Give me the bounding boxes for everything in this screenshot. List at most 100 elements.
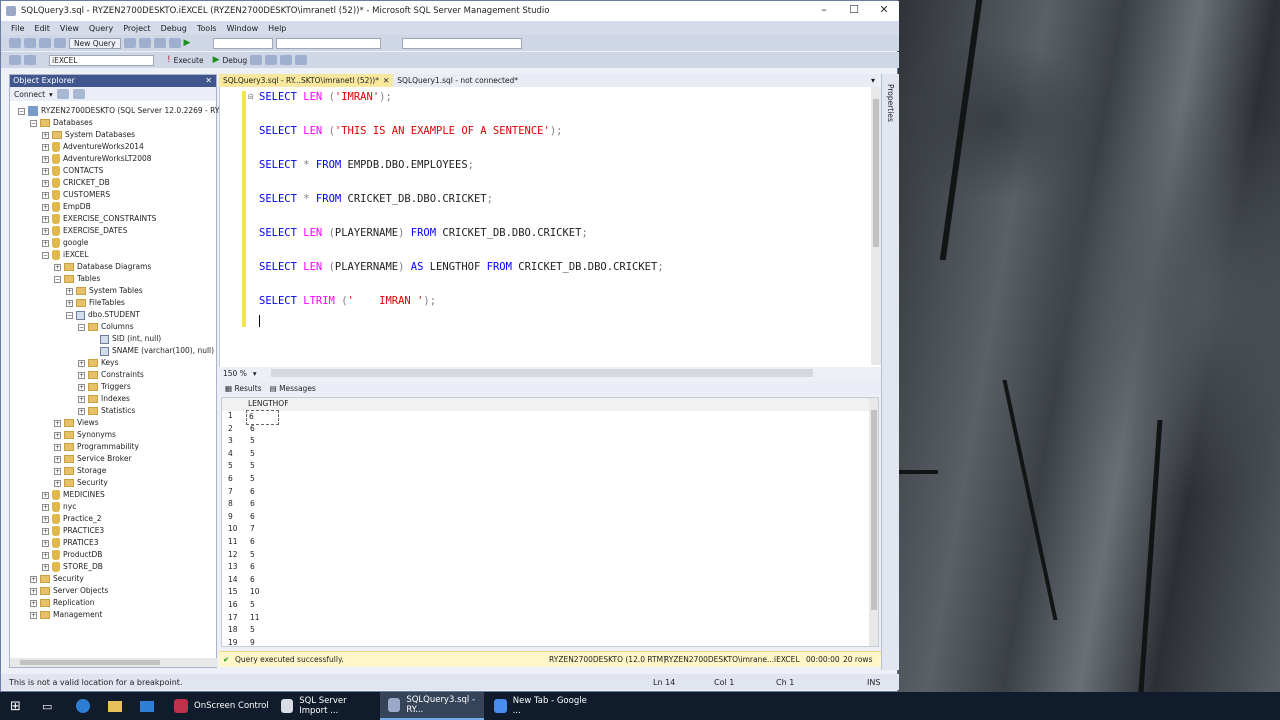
expand-icon[interactable]: + — [42, 215, 49, 223]
tree-node[interactable]: + Storage — [54, 465, 106, 477]
execute-button[interactable]: Execute — [174, 56, 204, 65]
new-project-icon[interactable] — [9, 38, 21, 48]
collapse-icon[interactable]: − — [42, 251, 49, 259]
expand-icon[interactable]: + — [66, 299, 73, 307]
close-icon[interactable]: ✕ — [383, 74, 389, 87]
start-icon[interactable]: ▶ — [184, 38, 191, 48]
cell-lengthof[interactable]: 5 — [250, 624, 255, 637]
expand-icon[interactable]: + — [42, 131, 49, 139]
taskbar-item[interactable]: OnScreen Control — [166, 692, 270, 720]
table-row[interactable]: 12 5 — [222, 549, 878, 562]
expand-icon[interactable]: + — [54, 419, 61, 427]
expand-icon[interactable]: + — [42, 515, 49, 523]
expand-icon[interactable]: + — [42, 551, 49, 559]
editor-vscroll[interactable] — [871, 87, 881, 365]
editor-hscroll[interactable] — [271, 369, 813, 377]
menu-item-project[interactable]: Project — [123, 24, 150, 33]
table-row[interactable]: 86 — [222, 498, 878, 511]
collapse-icon[interactable]: − — [18, 107, 25, 115]
expand-icon[interactable]: + — [54, 455, 61, 463]
expand-icon[interactable]: + — [42, 203, 49, 211]
table-row[interactable]: 45 — [222, 448, 878, 461]
find-select[interactable] — [402, 37, 523, 49]
results-grid[interactable]: LENGTHOF 1 6 2 6 3 5 4 5 5 5 6 5 7 6 8 6 9 6 10 7 11 6 12 5 13 6 1… — [221, 397, 879, 647]
minimize-button[interactable]: – — [809, 3, 839, 19]
windows-start-icon[interactable]: ⊞ — [10, 699, 21, 714]
maximize-button[interactable]: ☐ — [839, 3, 869, 19]
expand-icon[interactable]: + — [78, 407, 85, 415]
tree-node[interactable]: + Replication — [30, 597, 95, 609]
undo-icon[interactable] — [153, 38, 166, 48]
redo-icon[interactable] — [168, 38, 181, 48]
expand-icon[interactable]: + — [54, 263, 61, 271]
expand-icon[interactable]: + — [42, 179, 49, 187]
database-select[interactable]: iEXCEL — [49, 54, 154, 66]
table-row[interactable]: 18 5 — [222, 624, 878, 637]
tree-node[interactable]: + PRATICE3 — [42, 537, 99, 549]
menu-item-window[interactable]: Window — [227, 24, 259, 33]
tree-node[interactable]: + Server Objects — [30, 585, 108, 597]
solution-config-select[interactable] — [213, 37, 274, 49]
cell-lengthof[interactable]: 5 — [250, 435, 255, 448]
table-row[interactable]: 76 — [222, 486, 878, 499]
tree-node[interactable]: + Management — [30, 609, 102, 621]
chevron-down-icon[interactable]: ▾ — [49, 90, 53, 99]
expand-icon[interactable]: + — [42, 503, 49, 511]
tree-node[interactable]: + System Tables — [66, 285, 143, 297]
expand-icon[interactable]: + — [30, 587, 37, 595]
expand-icon[interactable]: + — [78, 383, 85, 391]
tab-results[interactable]: ▦ Results — [225, 384, 262, 393]
tree-node[interactable]: + PRACTICE3 — [42, 525, 104, 537]
expand-icon[interactable]: + — [66, 287, 73, 295]
table-row[interactable]: 15 10 — [222, 586, 878, 599]
table-row[interactable]: 11 6 — [222, 536, 878, 549]
tree-node[interactable]: + Synonyms — [54, 429, 116, 441]
cell-lengthof[interactable]: 5 — [250, 473, 255, 486]
tree-node[interactable]: − Tables — [54, 273, 100, 285]
menu-item-query[interactable]: Query — [89, 24, 113, 33]
tree-node[interactable]: − Columns — [78, 321, 134, 333]
tree-node[interactable]: SID (int, null) — [90, 333, 161, 345]
refresh-icon[interactable] — [72, 89, 85, 99]
menu-item-tools[interactable]: Tools — [197, 24, 217, 33]
expand-icon[interactable]: + — [42, 143, 49, 151]
object-explorer-hscroll[interactable] — [10, 658, 217, 667]
cell-lengthof[interactable]: 5 — [250, 549, 255, 562]
table-row[interactable]: 35 — [222, 435, 878, 448]
tree-node[interactable]: − Databases — [30, 117, 93, 129]
tree-node[interactable]: + STORE_DB — [42, 561, 103, 573]
results-to-grid-icon[interactable] — [265, 55, 278, 65]
tab-messages[interactable]: ▤ Messages — [270, 384, 316, 393]
copy-icon[interactable] — [123, 38, 136, 48]
close-icon[interactable]: ✕ — [205, 75, 212, 87]
expand-icon[interactable]: + — [30, 611, 37, 619]
tree-node[interactable]: + MEDICINES — [42, 489, 105, 501]
table-row[interactable]: 16 5 — [222, 599, 878, 612]
connect-icon[interactable] — [9, 55, 21, 65]
table-row[interactable]: 55 — [222, 460, 878, 473]
close-button[interactable]: ✕ — [869, 3, 899, 19]
execute-icon[interactable]: ! — [167, 55, 171, 65]
tree-node[interactable]: + Statistics — [78, 405, 135, 417]
tree-node[interactable]: + CONTACTS — [42, 165, 103, 177]
cell-lengthof[interactable]: 10 — [250, 586, 260, 599]
expand-icon[interactable]: + — [54, 467, 61, 475]
expand-icon[interactable]: + — [42, 191, 49, 199]
tree-node[interactable]: + EXERCISE_CONSTRAINTS — [42, 213, 156, 225]
table-row[interactable]: 13 6 — [222, 561, 878, 574]
expand-icon[interactable]: + — [42, 227, 49, 235]
tree-node[interactable]: + Triggers — [78, 381, 131, 393]
expand-icon[interactable]: + — [42, 239, 49, 247]
change-connection-icon[interactable] — [24, 55, 36, 65]
edge-icon[interactable] — [76, 699, 90, 713]
cell-lengthof[interactable]: 7 — [250, 523, 255, 536]
cell-lengthof[interactable]: 5 — [250, 460, 255, 473]
tab-sqlquery1[interactable]: SQLQuery1.sql - not connected* — [393, 74, 522, 87]
collapse-icon[interactable]: − — [66, 311, 73, 319]
chevron-down-icon[interactable]: ▾ — [253, 369, 257, 378]
tree-node[interactable]: SNAME (varchar(100), null) — [90, 345, 214, 357]
expand-icon[interactable]: + — [42, 539, 49, 547]
cell-lengthof[interactable]: 9 — [250, 637, 255, 646]
tree-node[interactable]: + nyc — [42, 501, 76, 513]
debug-button[interactable]: Debug — [223, 56, 248, 65]
